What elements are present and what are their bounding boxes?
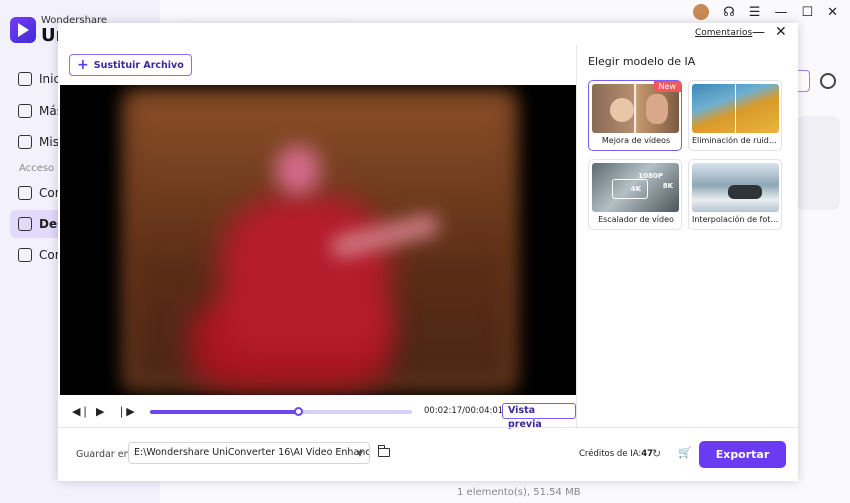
sidebar-item-label: Inic — [39, 72, 61, 86]
minimize-icon[interactable]: — — [774, 5, 787, 20]
home-icon — [18, 72, 32, 86]
footer-divider — [58, 427, 798, 428]
comments-link[interactable]: Comentarios — [695, 28, 752, 38]
play-icon[interactable]: ▶ — [96, 405, 104, 418]
model-panel-title: Elegir modelo de IA — [588, 55, 696, 68]
menu-icon[interactable]: ☰ — [749, 5, 761, 20]
sidebar-item-compress[interactable]: Con — [18, 248, 62, 262]
replace-file-button[interactable]: + Sustituir Archivo — [69, 54, 192, 76]
model-card-video-enhance[interactable]: New Mejora de vídeos — [588, 80, 682, 151]
ai-credits: Créditos de IA:47 — [579, 449, 653, 459]
model-thumbnail — [692, 163, 779, 212]
resolution-chip: 1080P — [638, 172, 663, 180]
cart-icon[interactable]: 🛒 — [678, 446, 692, 459]
model-label: Escalador de vídeo — [598, 215, 674, 224]
avatar[interactable] — [693, 4, 710, 20]
playback-time: 00:02:17/00:04:01 — [424, 406, 504, 416]
close-icon[interactable]: ✕ — [827, 5, 838, 20]
enhance-icon — [18, 217, 32, 231]
player-controls: ◀❘ ▶ ❘▶ 00:02:17/00:04:01 Vista previa — [58, 400, 576, 430]
model-thumbnail — [692, 84, 779, 133]
model-label: Eliminación de ruido ... — [692, 136, 782, 145]
sidebar-item-label: Mis — [39, 135, 59, 149]
resolution-chip: 4K — [630, 185, 641, 193]
video-preview[interactable] — [60, 85, 576, 395]
export-button[interactable]: Exportar — [699, 441, 786, 468]
dialog-close-icon[interactable]: ✕ — [775, 24, 787, 40]
model-label: Mejora de vídeos — [601, 136, 671, 145]
next-frame-icon[interactable]: ❘▶ — [117, 405, 135, 418]
progress-handle[interactable] — [294, 407, 304, 416]
credits-label: Créditos de IA: — [579, 449, 642, 459]
model-card-noise-removal[interactable]: Eliminación de ruido ... — [688, 80, 782, 151]
document-icon — [18, 135, 32, 149]
model-label: Interpolación de foto... — [692, 215, 782, 224]
uniconverter-logo-icon — [10, 17, 36, 43]
save-path-value: E:\Wondershare UniConverter 16\AI Video … — [134, 447, 370, 458]
background-card — [796, 116, 840, 210]
sidebar-item-convert[interactable]: Con — [18, 186, 62, 200]
new-badge: New — [653, 81, 681, 92]
sidebar-item-home[interactable]: Inic — [18, 72, 60, 86]
dialog-header — [58, 23, 798, 45]
settings-icon[interactable] — [820, 73, 836, 89]
save-to-label: Guardar en — [76, 449, 130, 460]
preview-button[interactable]: Vista previa — [502, 403, 576, 430]
video-figure-body — [220, 195, 390, 355]
previous-frame-icon[interactable]: ◀❘ — [72, 405, 90, 418]
folder-icon[interactable] — [378, 445, 390, 457]
model-card-frame-interpolation[interactable]: Interpolación de foto... — [688, 159, 782, 230]
model-thumbnail: 1080P 8K 4K — [592, 163, 679, 212]
panel-divider — [576, 45, 577, 427]
refresh-icon[interactable]: ↻ — [652, 447, 661, 460]
resolution-chip: 8K — [662, 182, 673, 190]
chevron-down-icon: ▼ — [356, 449, 363, 458]
playback-progress[interactable] — [150, 407, 412, 416]
video-figure-head — [275, 145, 321, 195]
compress-icon — [18, 248, 32, 262]
sidebar-item-more[interactable]: Más — [18, 104, 63, 118]
headset-icon[interactable]: ☊ — [723, 5, 735, 20]
dialog-minimize-icon[interactable]: — — [752, 25, 765, 40]
sidebar-item-my-files[interactable]: Mis — [18, 135, 59, 149]
save-path-select[interactable]: E:\Wondershare UniConverter 16\AI Video … — [128, 442, 370, 464]
model-card-video-upscaler[interactable]: 1080P 8K 4K Escalador de vídeo — [588, 159, 682, 230]
replace-file-label: Sustituir Archivo — [93, 59, 184, 71]
add-square-icon — [18, 104, 32, 118]
ai-enhance-dialog: Comentarios — ✕ + Sustituir Archivo ◀❘ ▶… — [58, 23, 798, 481]
plus-icon: + — [77, 57, 89, 73]
window-controls: ☊ ☰ — ☐ ✕ — [693, 4, 838, 20]
convert-icon — [18, 186, 32, 200]
progress-fill — [150, 410, 300, 414]
maximize-icon[interactable]: ☐ — [801, 5, 813, 20]
file-count: 1 elemento(s), 51.54 MB — [457, 487, 581, 498]
